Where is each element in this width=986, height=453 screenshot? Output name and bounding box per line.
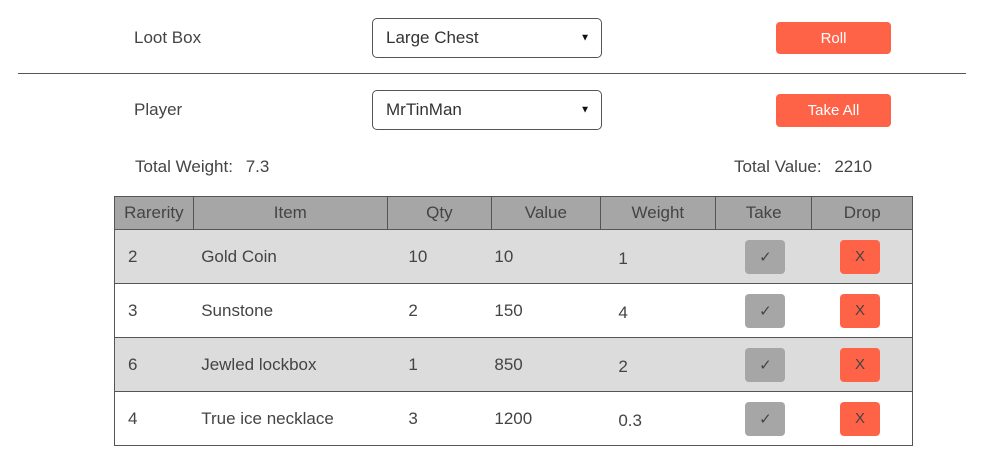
drop-button[interactable]: X bbox=[839, 401, 880, 436]
drop-button[interactable]: X bbox=[839, 293, 880, 328]
total-value: Total Value: 2210 bbox=[734, 157, 872, 177]
take-all-button[interactable]: Take All bbox=[776, 94, 891, 127]
take-button[interactable]: ✓ bbox=[745, 239, 786, 274]
cell-qty: 3 bbox=[387, 391, 492, 446]
cell-value: 850 bbox=[491, 337, 601, 392]
cell-weight: 0.3 bbox=[600, 391, 716, 446]
take-button[interactable]: ✓ bbox=[745, 401, 786, 436]
cell-weight: 4 bbox=[600, 283, 716, 338]
drop-button[interactable]: X bbox=[839, 239, 880, 274]
dropdown-caret-icon: ▼ bbox=[580, 32, 590, 44]
player-select-value: MrTinMan bbox=[386, 100, 462, 119]
cell-take: ✓ bbox=[715, 283, 812, 338]
take-button[interactable]: ✓ bbox=[745, 347, 786, 382]
cell-value: 10 bbox=[491, 229, 601, 284]
total-value-label: Total Value: bbox=[734, 157, 822, 176]
loot-box-label: Loot Box bbox=[134, 28, 202, 47]
table-row: 3 Sunstone 2 150 4 ✓ X bbox=[114, 283, 913, 338]
cell-take: ✓ bbox=[715, 337, 812, 392]
table-header-row: Rarerity Item Qty Value Weight Take Drop bbox=[114, 196, 913, 230]
cell-rarity: 6 bbox=[114, 337, 194, 392]
column-header-item: Item bbox=[192, 196, 388, 230]
cell-qty: 10 bbox=[387, 229, 492, 284]
cell-rarity: 2 bbox=[114, 229, 194, 284]
cell-item: Gold Coin bbox=[193, 229, 388, 284]
loot-box-select-value: Large Chest bbox=[386, 28, 479, 47]
cell-value: 150 bbox=[491, 283, 601, 338]
loot-table: Rarerity Item Qty Value Weight Take Drop… bbox=[114, 196, 913, 446]
column-header-rarity: Rarerity bbox=[114, 196, 194, 230]
cell-qty: 1 bbox=[387, 337, 492, 392]
column-header-qty: Qty bbox=[386, 196, 492, 230]
cell-item: Sunstone bbox=[193, 283, 388, 338]
table-row: 6 Jewled lockbox 1 850 2 ✓ X bbox=[114, 337, 913, 392]
cell-drop: X bbox=[811, 283, 913, 338]
dropdown-caret-icon: ▼ bbox=[580, 104, 590, 116]
column-header-take: Take bbox=[714, 196, 813, 230]
cell-qty: 2 bbox=[387, 283, 492, 338]
player-select[interactable]: MrTinMan ▼ bbox=[372, 90, 602, 130]
cell-take: ✓ bbox=[715, 229, 812, 284]
cell-drop: X bbox=[811, 391, 913, 446]
section-divider bbox=[18, 73, 966, 74]
cell-drop: X bbox=[811, 229, 913, 284]
column-header-weight: Weight bbox=[599, 196, 716, 230]
cell-weight: 1 bbox=[600, 229, 716, 284]
cell-item: True ice necklace bbox=[193, 391, 388, 446]
table-row: 4 True ice necklace 3 1200 0.3 ✓ X bbox=[114, 391, 913, 446]
cell-value: 1200 bbox=[491, 391, 601, 446]
roll-button[interactable]: Roll bbox=[776, 22, 891, 54]
cell-drop: X bbox=[811, 337, 913, 392]
cell-take: ✓ bbox=[715, 391, 812, 446]
loot-box-select[interactable]: Large Chest ▼ bbox=[372, 18, 602, 58]
table-row: 2 Gold Coin 10 10 1 ✓ X bbox=[114, 229, 913, 284]
cell-weight: 2 bbox=[600, 337, 716, 392]
cell-item: Jewled lockbox bbox=[193, 337, 388, 392]
cell-rarity: 3 bbox=[114, 283, 194, 338]
cell-rarity: 4 bbox=[114, 391, 194, 446]
total-weight-label: Total Weight: bbox=[135, 157, 233, 176]
total-weight: Total Weight: 7.3 bbox=[135, 157, 269, 177]
total-value-value: 2210 bbox=[834, 157, 873, 176]
column-header-value: Value bbox=[490, 196, 601, 230]
take-button[interactable]: ✓ bbox=[745, 293, 786, 328]
total-weight-value: 7.3 bbox=[245, 157, 270, 176]
player-label: Player bbox=[134, 100, 183, 119]
drop-button[interactable]: X bbox=[839, 347, 880, 382]
column-header-drop: Drop bbox=[811, 196, 913, 230]
